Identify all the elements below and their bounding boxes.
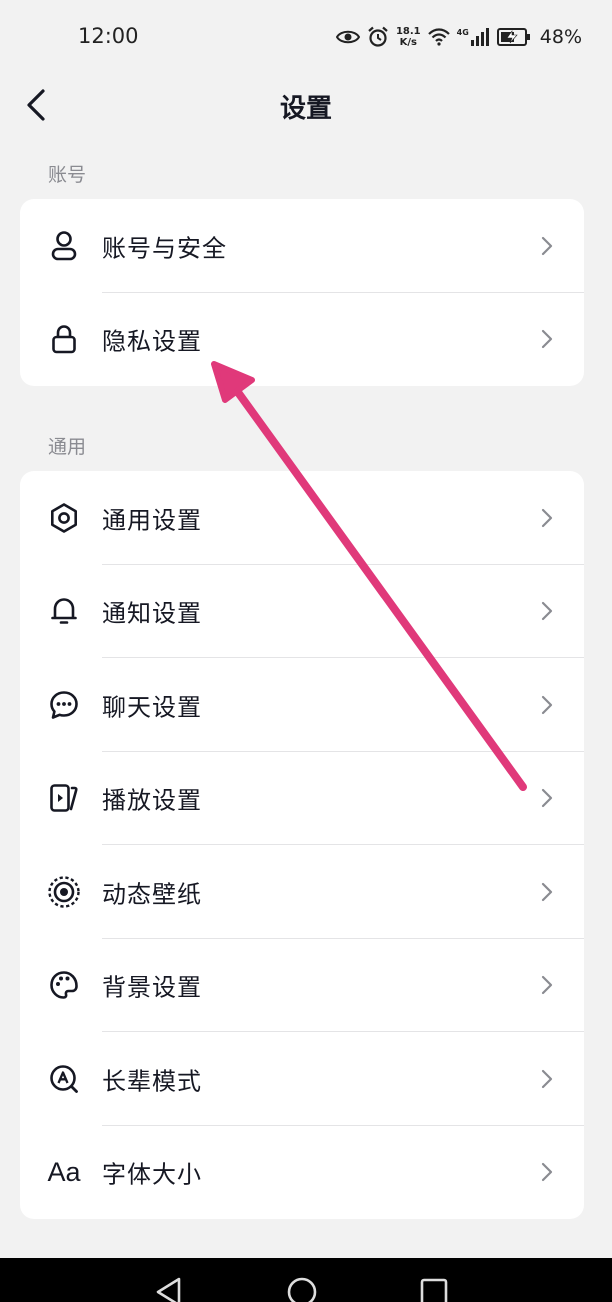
settings-item-live-wallpaper[interactable]: 动态壁纸 [20, 845, 584, 939]
bell-icon [46, 593, 82, 629]
network-type: 4G [456, 28, 469, 37]
net-speed: 18.1 K/s [396, 26, 421, 48]
live-wallpaper-icon [46, 874, 82, 910]
settings-item-label: 隐私设置 [102, 327, 202, 356]
settings-item-label: 通用设置 [102, 506, 202, 535]
settings-item-elder-mode[interactable]: 长辈模式 [20, 1032, 584, 1126]
status-icons: 18.1 K/s 4G 48% [335, 20, 582, 54]
net-speed-unit: K/s [399, 37, 417, 48]
battery-percent: 48% [539, 26, 582, 48]
header: 设置 [0, 74, 612, 136]
settings-screen: 12:00 18.1 K/s 4G 48% 设置 账号 账号与安全 隐私设置 通… [0, 0, 612, 1302]
account-card: 账号与安全 隐私设置 [20, 199, 584, 386]
gear-icon [46, 500, 82, 536]
settings-item-privacy[interactable]: 隐私设置 [20, 293, 584, 387]
home-circle-icon[interactable] [286, 1276, 318, 1302]
user-icon [46, 228, 82, 264]
system-nav-bar [0, 1258, 612, 1302]
settings-item-font-size[interactable]: Aa 字体大小 [20, 1126, 584, 1220]
settings-item-account-security[interactable]: 账号与安全 [20, 199, 584, 293]
settings-item-notifications[interactable]: 通知设置 [20, 565, 584, 658]
section-label-account: 账号 [48, 164, 87, 186]
chevron-right-icon [541, 330, 553, 349]
chevron-right-icon [541, 508, 553, 527]
lock-icon [46, 321, 82, 357]
eye-icon [335, 29, 360, 45]
settings-item-label: 背景设置 [102, 973, 202, 1002]
back-triangle-icon[interactable] [154, 1276, 186, 1302]
elder-mode-icon [46, 1061, 82, 1097]
settings-item-chat[interactable]: 聊天设置 [20, 658, 584, 752]
settings-item-general[interactable]: 通用设置 [20, 471, 584, 565]
chevron-right-icon [541, 976, 553, 995]
chevron-right-icon [541, 695, 553, 714]
settings-item-label: 播放设置 [102, 786, 202, 815]
status-time: 12:00 [78, 24, 139, 48]
settings-item-label: 长辈模式 [102, 1067, 202, 1096]
battery-icon [496, 27, 531, 47]
section-label-general: 通用 [48, 436, 87, 458]
settings-item-background[interactable]: 背景设置 [20, 939, 584, 1032]
net-speed-value: 18.1 [395, 26, 421, 37]
font-size-icon-text: Aa [47, 1156, 81, 1187]
page-title: 设置 [279, 94, 332, 124]
wifi-icon [427, 28, 450, 46]
chevron-right-icon [541, 1163, 553, 1182]
chat-bubble-icon [46, 687, 82, 723]
font-size-icon: Aa [42, 1154, 86, 1190]
settings-item-label: 通知设置 [102, 599, 202, 628]
palette-icon [46, 967, 82, 1003]
general-card: 通用设置 通知设置 聊天设置 播放设置 动态壁纸 背景设置 长辈模式 Aa 字体… [20, 471, 584, 1219]
recents-square-icon[interactable] [418, 1276, 450, 1302]
chevron-right-icon [541, 882, 553, 901]
status-bar: 12:00 18.1 K/s 4G 48% [0, 0, 612, 74]
settings-item-playback[interactable]: 播放设置 [20, 752, 584, 845]
settings-item-label: 字体大小 [102, 1160, 202, 1189]
chevron-right-icon [541, 602, 553, 621]
signal-icon: 4G [457, 28, 490, 46]
settings-item-label: 账号与安全 [102, 234, 227, 263]
settings-item-label: 动态壁纸 [102, 880, 202, 909]
chevron-right-icon [541, 789, 553, 808]
alarm-icon [367, 26, 389, 48]
play-icon [46, 780, 82, 816]
chevron-right-icon [541, 1069, 553, 1088]
settings-item-label: 聊天设置 [102, 693, 202, 722]
chevron-right-icon [541, 236, 553, 255]
